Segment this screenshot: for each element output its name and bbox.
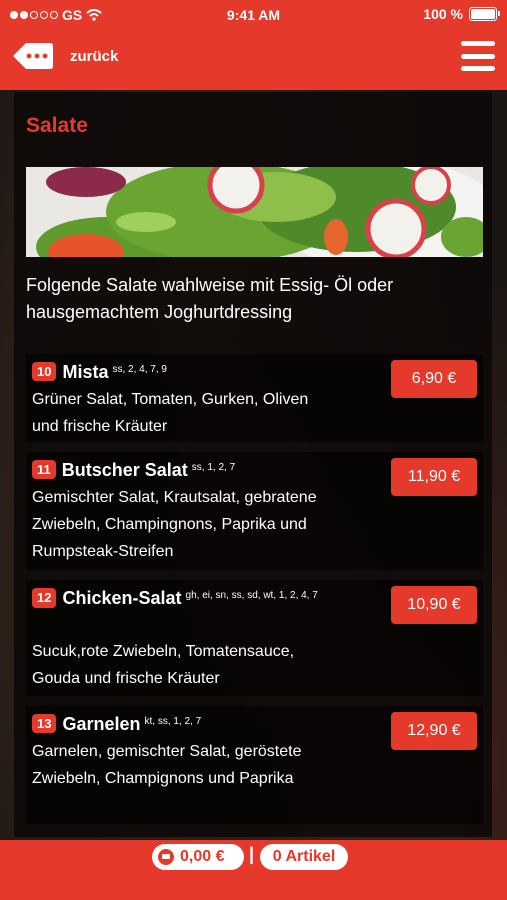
cart-separator: | <box>249 844 255 864</box>
battery-status: 100 % <box>423 6 500 22</box>
cart-total: 0,00 € <box>180 848 225 865</box>
item-header: 12 Chicken-Salat gh, ei, sn, ss, sd, wt, 1… <box>32 588 388 608</box>
item-header: 10 Mista ss, 2, 4, 7, 9 <box>32 362 373 383</box>
menu-panel: Salate Folgende Salate wahlweise mit Ess… <box>14 92 492 837</box>
cart-bar: 0,00 € | 0 Artikel <box>0 840 507 900</box>
section-title: Salate <box>26 114 88 137</box>
menu-item[interactable]: 11 Butscher Salat ss, 1, 2, 7 Gemischter S… <box>26 452 483 570</box>
add-to-cart-price-button[interactable]: 10,90 € <box>391 586 477 624</box>
salad-banner-image <box>26 167 483 257</box>
item-header: 13 Garnelen kt, ss, 1, 2, 7 <box>32 714 373 735</box>
cart-total-button[interactable]: 0,00 € <box>152 844 244 870</box>
item-allergens: ss, 1, 2, 7 <box>191 462 236 473</box>
item-number-badge: 12 <box>32 588 57 608</box>
item-allergens: kt, ss, 1, 2, 7 <box>144 716 202 727</box>
status-bar: GS 9:41 AM 100 % <box>0 0 507 30</box>
item-name: Garnelen <box>62 714 141 734</box>
back-arrow-icon <box>13 43 53 69</box>
item-number-badge: 10 <box>32 362 57 381</box>
back-label[interactable]: zurück <box>70 48 118 65</box>
cart-articles-button[interactable]: 0 Artikel <box>260 844 348 870</box>
item-number-badge: 11 <box>32 460 56 479</box>
battery-icon <box>469 7 500 21</box>
menu-item[interactable]: 12 Chicken-Salat gh, ei, sn, ss, sd, wt, 1… <box>26 580 483 696</box>
add-to-cart-price-button[interactable]: 11,90 € <box>391 458 477 496</box>
item-description: Garnelen, gemischter Salat, geröstete Zw… <box>32 743 302 787</box>
menu-item[interactable]: 10 Mista ss, 2, 4, 7, 9 Grüner Salat, Toma… <box>26 354 483 442</box>
add-to-cart-price-button[interactable]: 6,90 € <box>391 360 477 398</box>
item-name: Butscher Salat <box>61 460 188 480</box>
item-allergens: ss, 2, 4, 7, 9 <box>112 364 167 375</box>
menu-icon[interactable] <box>461 41 495 71</box>
nav-bar: zurück <box>0 30 507 90</box>
item-description: Sucuk,rote Zwiebeln, Tomatensauce, Gouda… <box>32 643 295 687</box>
item-description: Grüner Salat, Tomaten, Gurken, Oliven un… <box>32 391 309 435</box>
back-button[interactable] <box>12 41 54 71</box>
item-allergens: gh, ei, sn, ss, sd, wt, 1, 2, 4, 7 <box>185 590 318 601</box>
item-description: Gemischter Salat, Krautsalat, gebratene … <box>32 489 317 560</box>
item-name: Mista <box>62 362 109 382</box>
battery-percent: 100 % <box>423 6 463 22</box>
item-name: Chicken-Salat <box>62 588 182 608</box>
item-header: 11 Butscher Salat ss, 1, 2, 7 <box>32 460 373 481</box>
item-number-badge: 13 <box>32 714 57 733</box>
cart-icon <box>158 849 174 865</box>
intro-text: Folgende Salate wahlweise mit Essig- Öl … <box>26 275 394 322</box>
menu-item[interactable]: 13 Garnelen kt, ss, 1, 2, 7 Garnelen, gemi… <box>26 706 483 824</box>
add-to-cart-price-button[interactable]: 12,90 € <box>391 712 477 750</box>
